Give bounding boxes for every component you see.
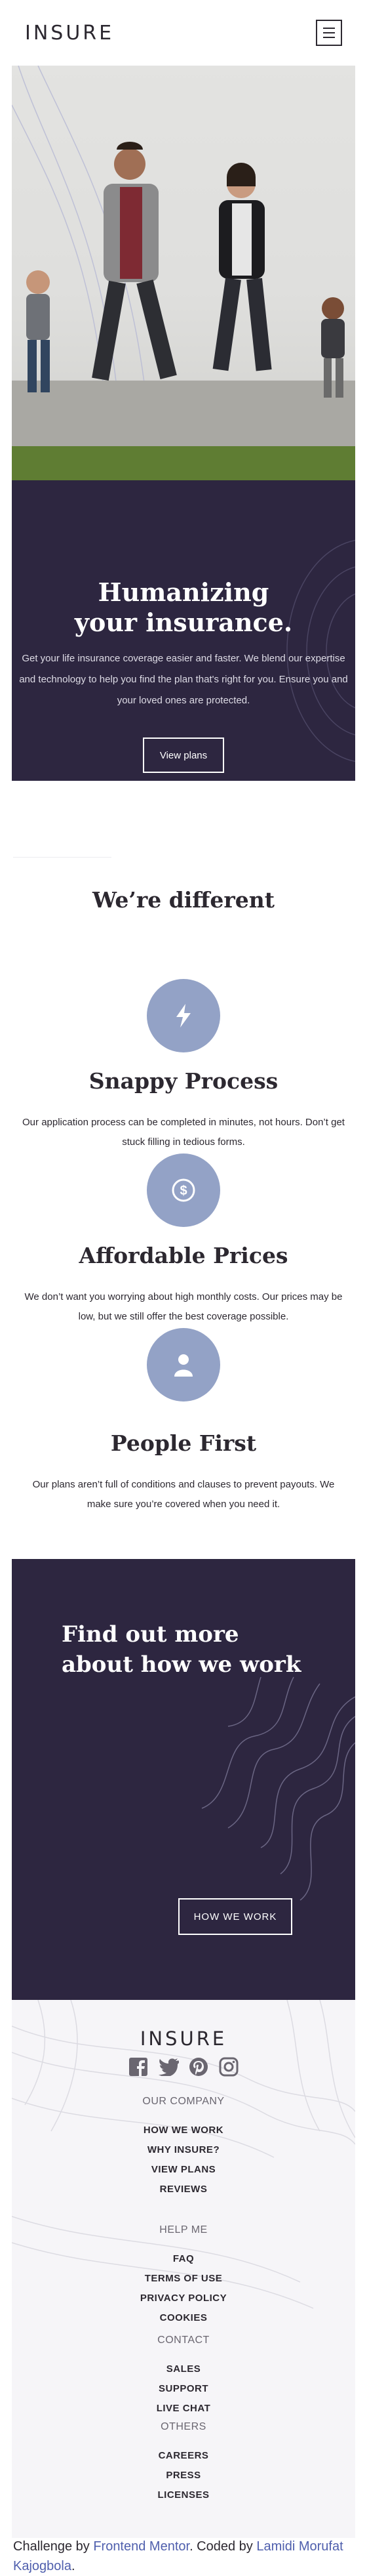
hero-section: Humanizing your insurance. Get your life… — [12, 480, 355, 781]
footer-column-heading: HELP ME — [159, 2224, 208, 2235]
feature-text: Our plans aren’t full of conditions and … — [32, 1479, 335, 1510]
footer-column-help: HELP ME FAQ TERMS OF USE PRIVACY POLICY … — [12, 2220, 355, 2328]
hero-family-photo — [12, 66, 355, 480]
footer-column-contact: CONTACT SALES SUPPORT LIVE CHAT — [12, 2331, 355, 2419]
how-we-work-button[interactable]: HOW WE WORK — [178, 1898, 292, 1935]
footer-link[interactable]: SALES — [12, 2359, 355, 2379]
footer-link[interactable]: LICENSES — [12, 2485, 355, 2505]
feature-text: Our application process can be completed… — [22, 1117, 345, 1148]
different-title: We’re different — [92, 887, 275, 913]
footer-link[interactable]: REVIEWS — [12, 2180, 355, 2199]
twitter-icon[interactable] — [158, 2056, 179, 2077]
footer-link[interactable]: COOKIES — [12, 2308, 355, 2328]
attribution: Challenge by Frontend Mentor. Coded by L… — [13, 2539, 343, 2573]
hamburger-icon — [323, 28, 335, 29]
footer-link[interactable]: LIVE CHAT — [12, 2399, 355, 2419]
footer-logo[interactable]: INSURE — [12, 2027, 355, 2050]
footer-column-others: OTHERS CAREERS PRESS LICENSES — [12, 2417, 355, 2505]
facebook-icon[interactable] — [128, 2056, 149, 2077]
how-we-work-section: Find out more about how we work HOW WE W… — [12, 1559, 355, 2000]
footer-column-company: OUR COMPANY HOW WE WORK WHY INSURE? VIEW… — [12, 2092, 355, 2199]
logo[interactable]: INSURE — [25, 22, 114, 45]
feature-title: Snappy Process — [88, 1068, 279, 1094]
footer-link[interactable]: FAQ — [12, 2249, 355, 2269]
footer-link[interactable]: HOW WE WORK — [12, 2121, 355, 2140]
frontend-mentor-link[interactable]: Frontend Mentor — [93, 2539, 189, 2554]
feature-title: Affordable Prices — [79, 1243, 288, 1268]
footer-column-heading: CONTACT — [157, 2335, 210, 2346]
footer-link[interactable]: SUPPORT — [12, 2379, 355, 2399]
social-links — [12, 2056, 355, 2077]
footer-link[interactable]: PRESS — [12, 2466, 355, 2485]
hero-description: Get your life insurance coverage easier … — [19, 653, 348, 706]
section-divider — [13, 857, 111, 858]
hero-title: Humanizing your insurance. — [74, 577, 293, 637]
view-plans-button[interactable]: View plans — [143, 737, 224, 773]
footer-column-heading: OTHERS — [161, 2421, 206, 2432]
footer-link[interactable]: WHY INSURE? — [12, 2140, 355, 2160]
footer-link[interactable]: PRIVACY POLICY — [12, 2289, 355, 2308]
site-header: INSURE — [0, 0, 367, 66]
feature-title: People First — [110, 1430, 257, 1456]
instagram-icon[interactable] — [218, 2056, 239, 2077]
lightning-icon — [147, 979, 220, 1052]
feature-text: We don’t want you worrying about high mo… — [24, 1291, 343, 1322]
site-footer: INSURE OUR COMPANY HOW WE WORK WHY INSUR… — [12, 2000, 355, 2538]
footer-link[interactable]: TERMS OF USE — [12, 2269, 355, 2289]
work-title: Find out more about how we work — [62, 1621, 301, 1678]
person-icon — [147, 1328, 220, 1402]
footer-column-heading: OUR COMPANY — [142, 2096, 225, 2107]
dollar-coin-icon: $ — [147, 1153, 220, 1227]
footer-link[interactable]: VIEW PLANS — [12, 2160, 355, 2180]
family-illustration — [12, 66, 355, 480]
pinterest-icon[interactable] — [188, 2056, 209, 2077]
footer-link[interactable]: CAREERS — [12, 2446, 355, 2466]
hamburger-menu-button[interactable] — [316, 20, 342, 46]
svg-text:$: $ — [180, 1184, 187, 1198]
